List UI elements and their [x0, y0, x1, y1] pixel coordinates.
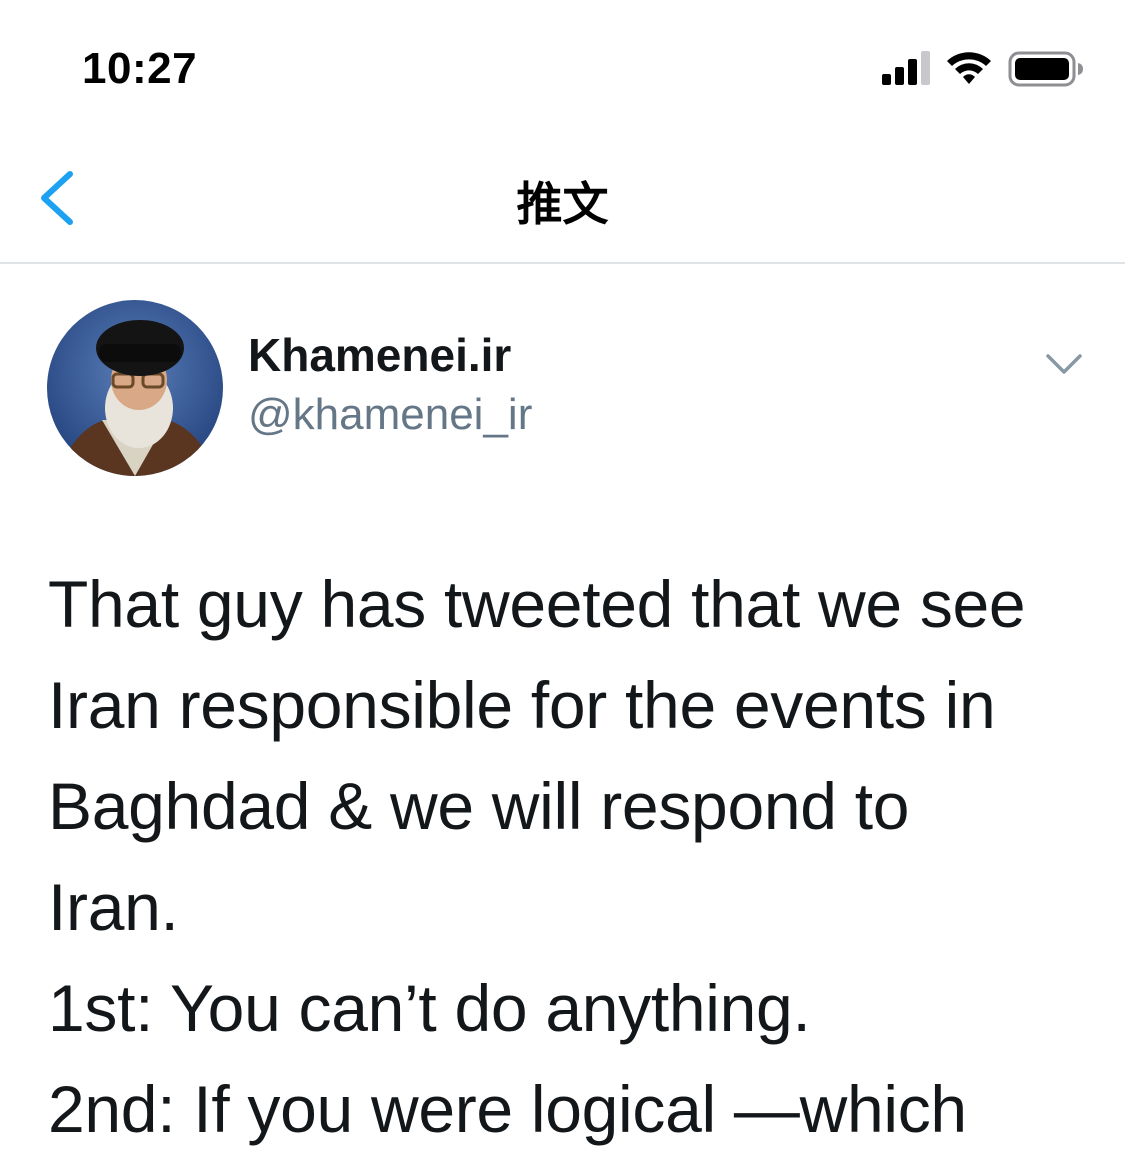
status-time: 10:27: [82, 44, 198, 93]
battery-icon: [1008, 51, 1083, 87]
tweet-text-line: 1st: You can’t do anything.: [48, 971, 811, 1045]
tweet-text-line: 2nd: If you were logical —which: [48, 1072, 967, 1146]
chevron-down-icon: [1046, 354, 1082, 374]
tweet-text-line: Iran.: [48, 870, 179, 944]
wifi-icon: [947, 52, 991, 84]
avatar[interactable]: [47, 300, 223, 476]
page-title: 推文: [516, 177, 609, 231]
cellular-signal-icon: [882, 51, 930, 85]
tweet-text: That guy has tweeted that we see Iran re…: [48, 554, 1088, 1160]
status-bar: 10:27: [0, 0, 1125, 130]
tweet-text-line: That guy has tweeted that we see: [48, 567, 1026, 641]
navigation-bar: 推文: [0, 130, 1125, 264]
author-display-name[interactable]: Khamenei.ir: [248, 328, 511, 382]
author-handle[interactable]: @khamenei_ir: [248, 390, 532, 440]
tweet-menu-button[interactable]: [1040, 344, 1088, 384]
tweet-text-line: Baghdad & we will respond to: [48, 769, 910, 843]
tweet-text-line: Iran responsible for the events in: [48, 668, 996, 742]
